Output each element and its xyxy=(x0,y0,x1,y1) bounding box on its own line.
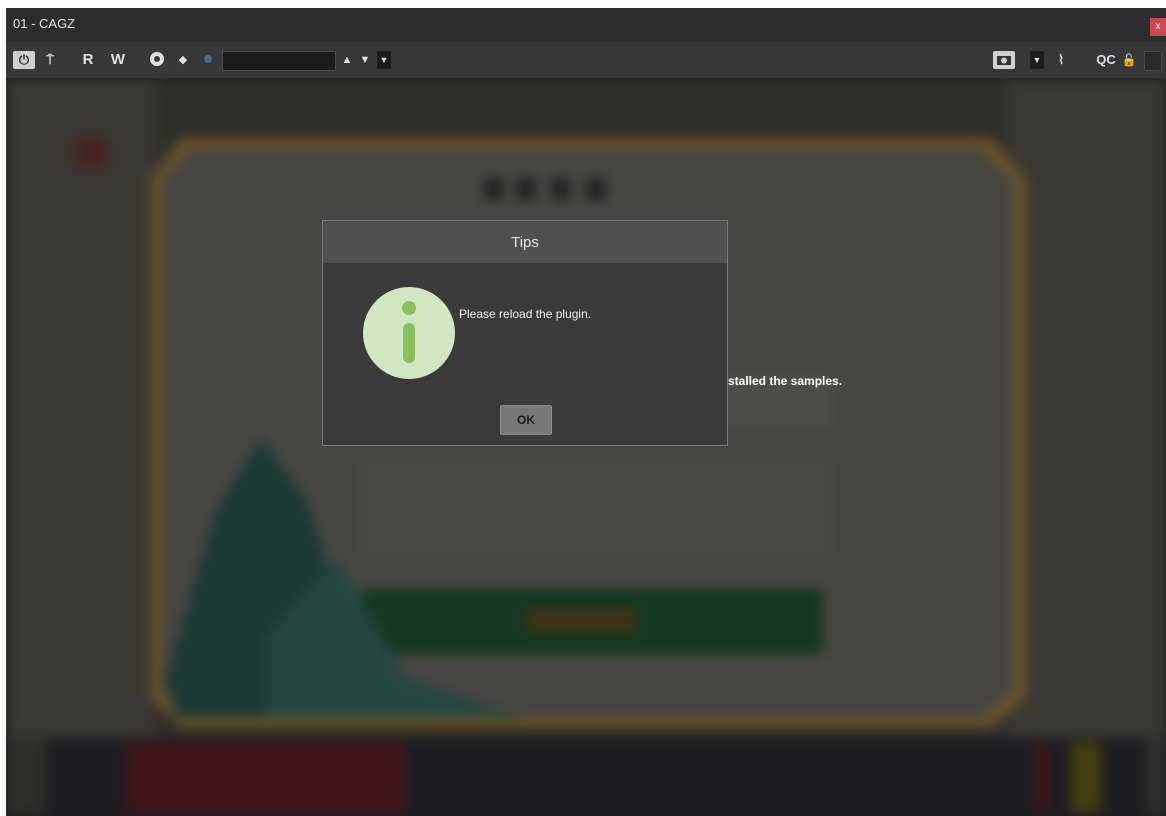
write-automation-button[interactable]: W xyxy=(108,51,128,69)
title-bar: 01 - CAGZ x xyxy=(6,8,1166,42)
next-preset-icon[interactable]: ▼ xyxy=(358,51,372,69)
midi-input-icon[interactable]: ◆ xyxy=(176,51,190,69)
power-button[interactable]: ⏻ xyxy=(13,51,35,69)
activity-led-icon xyxy=(202,51,214,69)
settings-dropdown[interactable]: ▼ xyxy=(1030,51,1044,69)
read-automation-button[interactable]: R xyxy=(80,51,96,69)
camera-icon[interactable] xyxy=(993,51,1015,69)
plugin-window: 01 - CAGZ x ⏻ ⍑ R W ◆ ▲ ▼ ▼ ▼ ⌇ QC 🔓 sta… xyxy=(6,8,1166,816)
dialog-title: Tips xyxy=(511,234,539,251)
info-icon xyxy=(363,287,455,379)
lock-icon[interactable]: 🔓 xyxy=(1121,51,1137,69)
info-bar xyxy=(403,323,415,363)
quick-controls-button[interactable]: QC xyxy=(1094,51,1118,69)
toggle-checkbox[interactable] xyxy=(1144,51,1162,71)
bypass-icon[interactable]: ⍑ xyxy=(40,51,60,69)
previous-preset-icon[interactable]: ▲ xyxy=(340,51,354,69)
plugin-toolbar: ⏻ ⍑ R W ◆ ▲ ▼ ▼ ▼ ⌇ QC 🔓 xyxy=(6,42,1166,78)
info-dot xyxy=(402,301,416,315)
dialog-message: Please reload the plugin. xyxy=(459,307,592,321)
background-status-text: stalled the samples. xyxy=(728,374,843,388)
tips-dialog: Tips Please reload the plugin. OK xyxy=(322,220,728,446)
ok-button[interactable]: OK xyxy=(500,405,552,435)
activity-icon[interactable]: ⌇ xyxy=(1052,51,1070,69)
window-title: 01 - CAGZ xyxy=(13,16,76,31)
preset-menu-dropdown[interactable]: ▼ xyxy=(377,51,391,69)
preset-name-field[interactable] xyxy=(222,51,336,71)
plugin-content: stalled the samples. xyxy=(6,78,1166,816)
modal-overlay xyxy=(6,78,1166,816)
side-chain-icon[interactable] xyxy=(148,51,166,69)
dialog-header: Tips xyxy=(323,221,727,263)
close-button[interactable]: x xyxy=(1150,18,1166,36)
